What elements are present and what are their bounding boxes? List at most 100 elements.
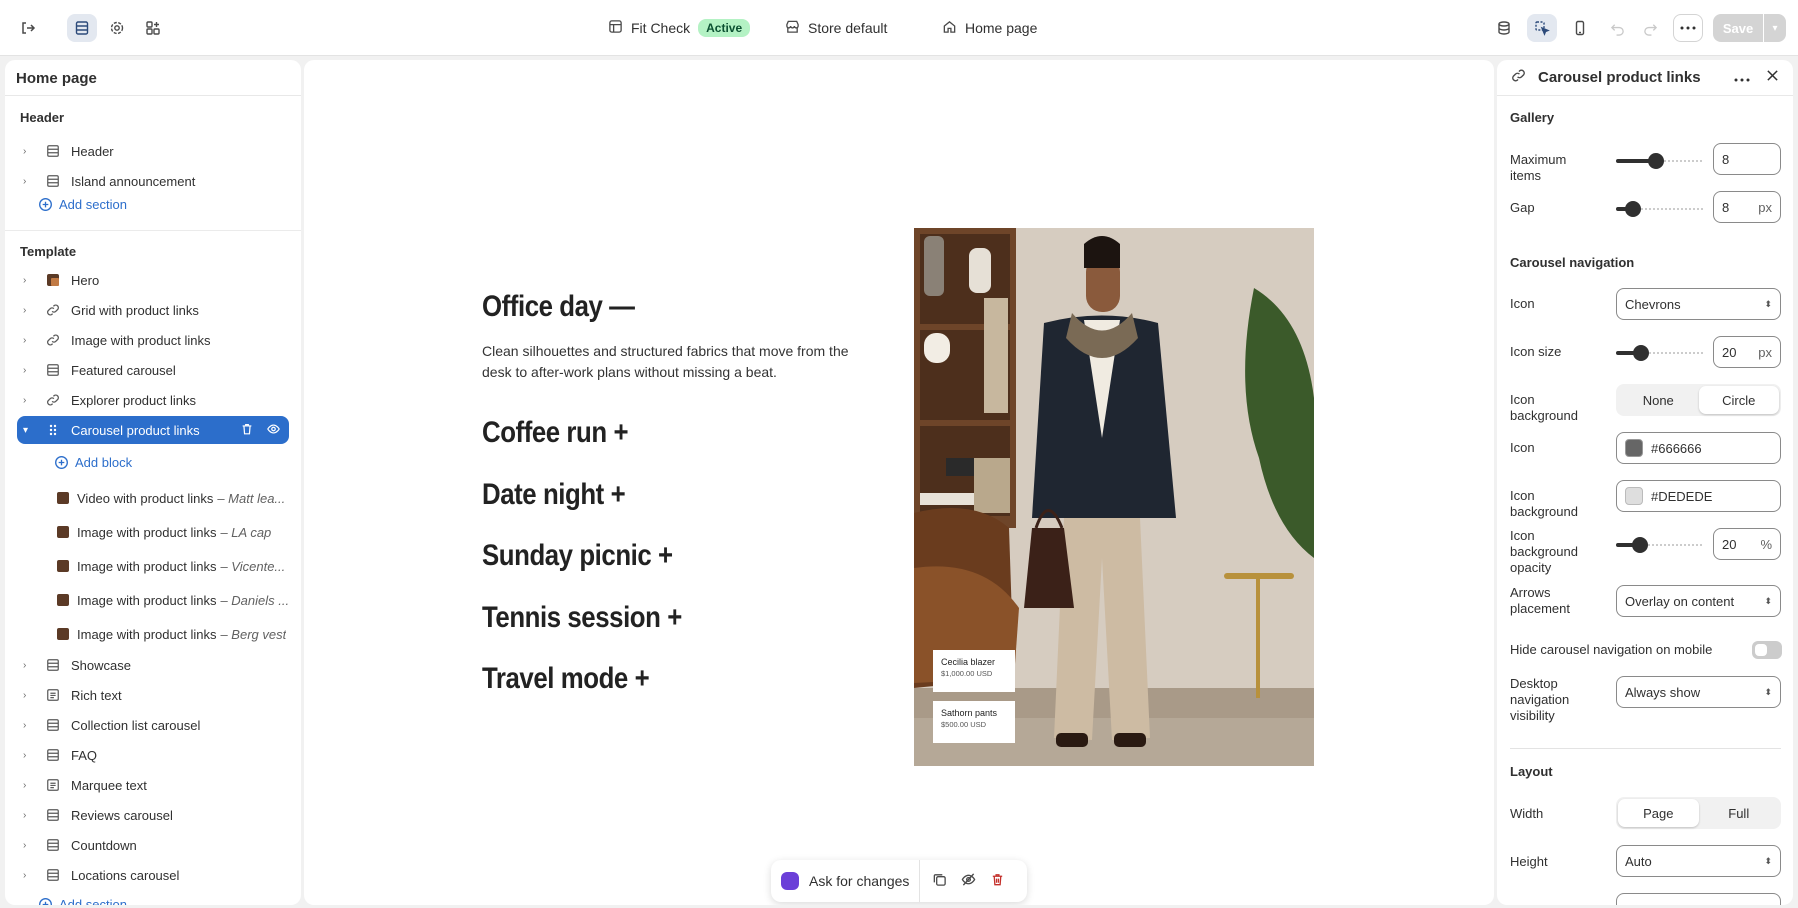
- more-icon[interactable]: [1734, 69, 1750, 86]
- icon-bg-segmented[interactable]: None Circle: [1616, 384, 1781, 416]
- product-tag[interactable]: Sathorn pants $500.00 USD: [933, 701, 1015, 743]
- add-block-button[interactable]: Add block: [54, 455, 132, 470]
- chevron-right-icon[interactable]: ›: [23, 810, 35, 821]
- template-item[interactable]: › Reviews carousel: [17, 801, 289, 829]
- delete-icon[interactable]: [240, 422, 254, 439]
- chevron-right-icon[interactable]: ›: [23, 870, 35, 881]
- page-selector[interactable]: Home page: [942, 14, 1037, 42]
- header-item[interactable]: › Header: [17, 137, 289, 165]
- template-item[interactable]: › Grid with product links: [17, 296, 289, 324]
- next-select[interactable]: [1616, 893, 1781, 905]
- outfit-heading[interactable]: Sunday picnic +: [482, 539, 673, 573]
- chevron-right-icon[interactable]: ›: [23, 395, 35, 406]
- height-select[interactable]: Auto ⬍: [1616, 845, 1781, 877]
- chevron-right-icon[interactable]: ›: [23, 176, 35, 187]
- eye-icon[interactable]: [266, 422, 281, 439]
- product-tag[interactable]: Cecilia blazer $1,000.00 USD: [933, 650, 1015, 692]
- icon-size-slider[interactable]: [1616, 345, 1704, 361]
- block-item[interactable]: Video with product links – Matt lea...: [57, 484, 293, 512]
- status-badge: Active: [698, 19, 751, 37]
- desktop-vis-select[interactable]: Always show ⬍: [1616, 676, 1781, 708]
- icon-color-picker[interactable]: #666666: [1616, 432, 1781, 464]
- max-items-input[interactable]: 8: [1713, 143, 1781, 175]
- chevron-right-icon[interactable]: ›: [23, 750, 35, 761]
- icon-select[interactable]: Chevrons ⬍: [1616, 288, 1781, 320]
- icon-bg-opacity-slider[interactable]: [1616, 537, 1704, 553]
- chevron-right-icon[interactable]: ›: [23, 146, 35, 157]
- theme-selector[interactable]: Fit Check Active: [608, 14, 751, 42]
- arrows-select[interactable]: Overlay on content ⬍: [1616, 585, 1781, 617]
- chevron-right-icon[interactable]: ›: [23, 690, 35, 701]
- icon-size-input[interactable]: 20 px: [1713, 336, 1781, 368]
- chevron-right-icon[interactable]: ›: [23, 720, 35, 731]
- block-sublabel: – LA cap: [220, 524, 272, 540]
- template-item[interactable]: › Countdown: [17, 831, 289, 859]
- add-section-button[interactable]: Add section: [38, 197, 127, 212]
- icon-bg-opacity-input[interactable]: 20%: [1713, 528, 1781, 560]
- close-icon[interactable]: [1766, 69, 1779, 86]
- chevron-right-icon[interactable]: ›: [23, 840, 35, 851]
- width-segmented[interactable]: Page Full: [1616, 797, 1781, 829]
- ask-for-changes-button[interactable]: Ask for changes: [771, 860, 921, 902]
- template-item[interactable]: › Rich text: [17, 681, 289, 709]
- width-page-option[interactable]: Page: [1618, 799, 1699, 827]
- template-item[interactable]: › Marquee text: [17, 771, 289, 799]
- hide-icon[interactable]: [961, 872, 976, 890]
- undo-icon[interactable]: [1602, 14, 1632, 42]
- inspector-icon[interactable]: [1489, 14, 1519, 42]
- selected-section-item[interactable]: ▾ Carousel product links: [17, 416, 289, 444]
- block-item[interactable]: Image with product links – LA cap: [57, 518, 293, 546]
- mobile-preview-icon[interactable]: [1565, 14, 1595, 42]
- sections-icon[interactable]: [67, 14, 97, 42]
- outfit-heading[interactable]: Coffee run +: [482, 416, 629, 450]
- add-section-bottom-button[interactable]: Add section: [38, 897, 127, 905]
- duplicate-icon[interactable]: [932, 872, 947, 890]
- outfit-heading[interactable]: Date night +: [482, 478, 626, 512]
- delete-icon[interactable]: [990, 872, 1005, 890]
- hide-mobile-toggle[interactable]: [1752, 641, 1782, 659]
- more-actions-icon[interactable]: [1673, 14, 1703, 42]
- block-item[interactable]: Image with product links – Daniels ...: [57, 586, 293, 614]
- block-item[interactable]: Image with product links – Berg vest: [57, 620, 293, 648]
- gap-input[interactable]: 8 px: [1713, 191, 1781, 223]
- template-item[interactable]: › Collection list carousel: [17, 711, 289, 739]
- width-full-option[interactable]: Full: [1699, 799, 1780, 827]
- template-item[interactable]: › Explorer product links: [17, 386, 289, 414]
- chevron-right-icon[interactable]: ›: [23, 335, 35, 346]
- chevron-right-icon[interactable]: ›: [23, 365, 35, 376]
- gap-slider[interactable]: [1616, 201, 1704, 217]
- template-item[interactable]: › Hero: [17, 266, 289, 294]
- block-thumbnail: [57, 560, 69, 572]
- color-swatch[interactable]: [1625, 487, 1643, 505]
- header-item[interactable]: › Island announcement: [17, 167, 289, 195]
- gear-icon[interactable]: [102, 14, 132, 42]
- max-items-slider[interactable]: [1616, 153, 1704, 169]
- chevron-right-icon[interactable]: ›: [23, 275, 35, 286]
- chevron-right-icon[interactable]: ›: [23, 780, 35, 791]
- save-button[interactable]: Save: [1713, 14, 1763, 42]
- apps-icon[interactable]: [138, 14, 168, 42]
- template-item[interactable]: › FAQ: [17, 741, 289, 769]
- chevron-down-icon[interactable]: ▾: [1764, 14, 1786, 42]
- template-item[interactable]: › Image with product links: [17, 326, 289, 354]
- icon-bg-circle-option[interactable]: Circle: [1698, 386, 1779, 414]
- outfit-heading[interactable]: Travel mode +: [482, 662, 650, 696]
- template-item[interactable]: › Showcase: [17, 651, 289, 679]
- template-item[interactable]: › Featured carousel: [17, 356, 289, 384]
- section-icon: [45, 868, 61, 882]
- select-cursor-icon[interactable]: [1527, 14, 1557, 42]
- redo-icon[interactable]: [1635, 14, 1665, 42]
- chevron-right-icon[interactable]: ›: [23, 660, 35, 671]
- chevron-down-icon[interactable]: ▾: [23, 425, 35, 436]
- template-item[interactable]: › Locations carousel: [17, 861, 289, 889]
- color-swatch[interactable]: [1625, 439, 1643, 457]
- exit-icon[interactable]: [13, 14, 43, 42]
- block-item[interactable]: Image with product links – Vicente...: [57, 552, 293, 580]
- outfit-heading[interactable]: Office day —: [482, 290, 635, 324]
- icon-bg-color-picker[interactable]: #DEDEDE: [1616, 480, 1781, 512]
- store-selector[interactable]: Store default: [785, 14, 887, 42]
- chevron-right-icon[interactable]: ›: [23, 305, 35, 316]
- icon-bg-none-option[interactable]: None: [1618, 386, 1699, 414]
- outfit-heading[interactable]: Tennis session +: [482, 601, 682, 635]
- gap-label: Gap: [1510, 200, 1535, 215]
